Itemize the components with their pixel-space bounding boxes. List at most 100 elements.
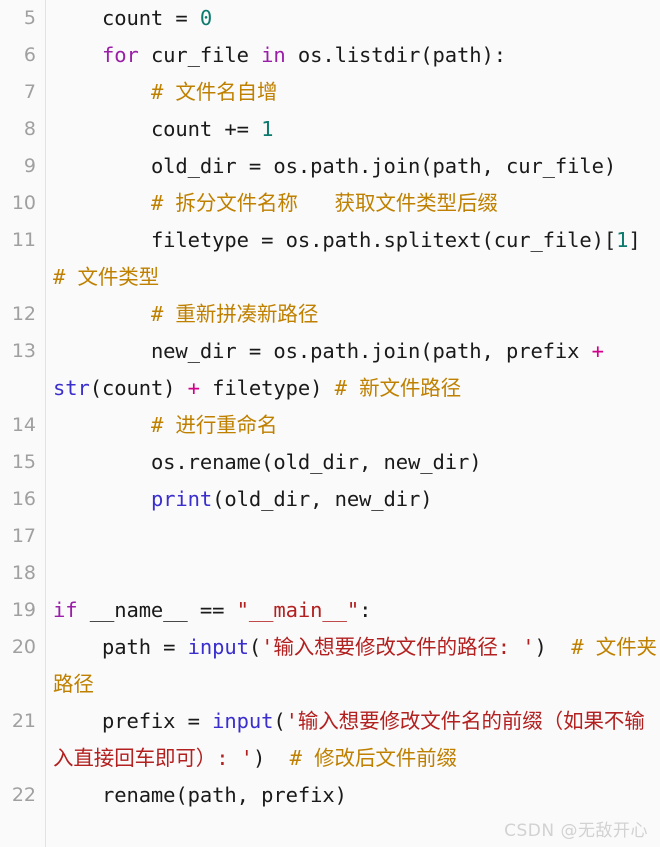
code-token-pl: prefix = bbox=[53, 709, 213, 733]
code-token-num: 1 bbox=[616, 228, 629, 252]
line-number: 10 bbox=[11, 192, 36, 214]
code-token-cmt: # 拆分文件名称 获取文件类型后缀 bbox=[150, 191, 498, 215]
line-content[interactable]: count = 0 bbox=[45, 0, 660, 37]
code-token-pl: count += bbox=[53, 117, 262, 141]
code-token-pl: ) bbox=[534, 635, 572, 659]
code-token-pl: ) bbox=[252, 746, 290, 770]
line-content[interactable]: rename(path, prefix) bbox=[45, 777, 660, 814]
code-token-cmt: # 进行重命名 bbox=[150, 413, 278, 437]
line-content[interactable] bbox=[45, 555, 660, 592]
line-number: 16 bbox=[11, 488, 36, 510]
line-number: 5 bbox=[23, 7, 36, 29]
line-content[interactable]: # 进行重命名 bbox=[45, 407, 660, 444]
code-token-pl: cur_file bbox=[138, 43, 262, 67]
code-token-cmt: # 修改后文件前缀 bbox=[289, 746, 457, 770]
code-line: 12 # 重新拼凑新路径 bbox=[0, 296, 660, 333]
line-content[interactable]: path = input('输入想要修改文件的路径: ') # 文件夹路径 bbox=[45, 629, 660, 703]
line-number: 7 bbox=[23, 81, 36, 103]
line-number: 17 bbox=[11, 525, 36, 547]
code-token-pl: (count) bbox=[89, 376, 188, 400]
code-token-kw: in bbox=[261, 43, 286, 67]
code-token-pl: ( bbox=[273, 709, 286, 733]
line-number: 22 bbox=[11, 784, 36, 806]
code-token-str: '输入想要修改文件的路径: ' bbox=[261, 635, 535, 659]
code-line: 22 rename(path, prefix) bbox=[0, 777, 660, 814]
code-line: 14 # 进行重命名 bbox=[0, 407, 660, 444]
code-token-fn: input bbox=[187, 635, 249, 659]
code-token-pl: (old_dir, new_dir) bbox=[212, 487, 433, 511]
code-token-pl: rename(path, prefix) bbox=[53, 783, 347, 807]
line-content[interactable]: os.rename(old_dir, new_dir) bbox=[45, 444, 660, 481]
code-line: 21 prefix = input('输入想要修改文件名的前缀（如果不输入直接回… bbox=[0, 703, 660, 777]
line-number: 8 bbox=[23, 118, 36, 140]
line-content[interactable] bbox=[45, 518, 660, 555]
gutter-divider bbox=[45, 0, 46, 847]
code-token-fn: str bbox=[53, 376, 90, 400]
code-line: 16 print(old_dir, new_dir) bbox=[0, 481, 660, 518]
code-token-pl: os.listdir(path): bbox=[285, 43, 506, 67]
line-content[interactable]: # 文件名自增 bbox=[45, 74, 660, 111]
code-token-num: 1 bbox=[261, 117, 274, 141]
code-token-kw: for bbox=[101, 43, 139, 67]
code-line: 9 old_dir = os.path.join(path, cur_file) bbox=[0, 148, 660, 185]
code-token-pl: count = bbox=[53, 6, 200, 30]
line-content[interactable]: count += 1 bbox=[45, 111, 660, 148]
code-line: 7 # 文件名自增 bbox=[0, 74, 660, 111]
line-content[interactable]: new_dir = os.path.join(path, prefix + st… bbox=[45, 333, 660, 407]
code-line: 10 # 拆分文件名称 获取文件类型后缀 bbox=[0, 185, 660, 222]
code-token-cmt: # 新文件路径 bbox=[334, 376, 462, 400]
code-token-pl: ( bbox=[248, 635, 262, 659]
code-token-pl: : bbox=[359, 598, 372, 622]
code-token-pl: ] bbox=[628, 228, 641, 252]
line-number: 15 bbox=[11, 451, 36, 473]
code-token-pl: __name__ == bbox=[77, 598, 237, 622]
csdn-watermark: CSDN @无敌开心 bbox=[504, 821, 648, 841]
line-number: 19 bbox=[11, 599, 36, 621]
code-token-op: + bbox=[187, 376, 200, 400]
line-content[interactable]: print(old_dir, new_dir) bbox=[45, 481, 660, 518]
code-viewer: 5 count = 06 for cur_file in os.listdir(… bbox=[0, 0, 660, 847]
code-line-list: 5 count = 06 for cur_file in os.listdir(… bbox=[0, 0, 660, 814]
code-line: 20 path = input('输入想要修改文件的路径: ') # 文件夹路径 bbox=[0, 629, 660, 703]
line-number: 20 bbox=[11, 636, 36, 658]
code-line: 19 if __name__ == "__main__": bbox=[0, 592, 660, 629]
line-number: 21 bbox=[11, 710, 36, 732]
code-token-str: "__main__" bbox=[236, 598, 360, 622]
line-number: 6 bbox=[23, 44, 36, 66]
code-line: 6 for cur_file in os.listdir(path): bbox=[0, 37, 660, 74]
code-token-pl: filetype) bbox=[199, 376, 335, 400]
code-line: 13 new_dir = os.path.join(path, prefix +… bbox=[0, 333, 660, 407]
code-token-cmt: # 文件名自增 bbox=[150, 80, 278, 104]
line-number: 12 bbox=[11, 303, 36, 325]
line-content[interactable]: filetype = os.path.splitext(cur_file)[1]… bbox=[45, 222, 660, 296]
line-number: 18 bbox=[11, 562, 36, 584]
code-token-pl: path = bbox=[53, 635, 188, 659]
line-content[interactable]: # 拆分文件名称 获取文件类型后缀 bbox=[45, 185, 660, 222]
code-line: 15 os.rename(old_dir, new_dir) bbox=[0, 444, 660, 481]
code-token-op: + bbox=[591, 339, 604, 363]
code-token-cmt: # 文件类型 bbox=[53, 265, 160, 289]
code-token-pl: os.rename(old_dir, new_dir) bbox=[53, 450, 482, 474]
line-number: 13 bbox=[11, 340, 36, 362]
code-line: 5 count = 0 bbox=[0, 0, 660, 37]
line-content[interactable]: prefix = input('输入想要修改文件名的前缀（如果不输入直接回车即可… bbox=[45, 703, 660, 777]
line-number: 14 bbox=[11, 414, 36, 436]
code-token-pl: old_dir = os.path.join(path, cur_file) bbox=[53, 154, 617, 178]
line-content[interactable]: # 重新拼凑新路径 bbox=[45, 296, 660, 333]
code-line: 18 bbox=[0, 555, 660, 592]
line-content[interactable]: for cur_file in os.listdir(path): bbox=[45, 37, 660, 74]
line-content[interactable]: if __name__ == "__main__": bbox=[45, 592, 660, 629]
code-line: 8 count += 1 bbox=[0, 111, 660, 148]
line-number: 11 bbox=[11, 229, 36, 251]
code-token-kw: if bbox=[53, 598, 78, 622]
code-token-num: 0 bbox=[199, 6, 213, 30]
code-token-pl: filetype = os.path.splitext(cur_file)[ bbox=[53, 228, 617, 252]
line-content[interactable]: old_dir = os.path.join(path, cur_file) bbox=[45, 148, 660, 185]
